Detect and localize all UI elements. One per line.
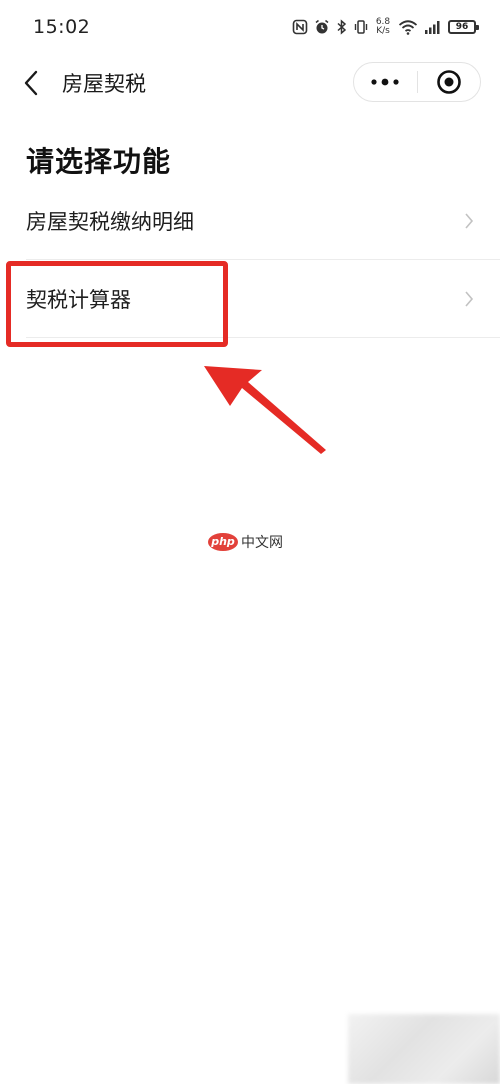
- close-circle-icon: [436, 70, 461, 94]
- menu-item-tax-calculator[interactable]: 契税计算器: [26, 260, 500, 338]
- menu-item-label: 房屋契税缴纳明细: [26, 210, 194, 234]
- battery-icon: 96: [448, 20, 479, 34]
- corner-blur: [348, 1014, 500, 1084]
- signal-icon: [425, 21, 440, 34]
- chevron-right-icon: [465, 213, 474, 229]
- close-button[interactable]: [418, 63, 481, 101]
- section-title: 请选择功能: [26, 145, 172, 178]
- menu-item-payment-details[interactable]: 房屋契税缴纳明细: [26, 182, 500, 260]
- status-icons: 6.8 K/s 96: [292, 14, 479, 40]
- vibrate-icon: [354, 20, 368, 34]
- net-speed-unit: K/s: [376, 26, 390, 36]
- more-button[interactable]: [354, 63, 417, 101]
- nav-bar: 房屋契税: [0, 56, 500, 108]
- bluetooth-icon: [337, 19, 347, 35]
- page-title: 房屋契税: [62, 72, 146, 96]
- nfc-icon: [292, 19, 308, 35]
- chevron-right-icon: [465, 291, 474, 307]
- back-button[interactable]: [14, 66, 48, 100]
- alarm-icon: [315, 19, 329, 34]
- menu-item-label: 契税计算器: [26, 288, 131, 312]
- watermark-logo: php: [208, 533, 238, 551]
- more-dots-icon: [371, 78, 399, 86]
- net-speed: 6.8 K/s: [374, 18, 392, 36]
- watermark-text: 中文网: [241, 535, 283, 551]
- mini-program-capsule: [353, 62, 481, 102]
- wifi-icon: [398, 20, 418, 35]
- watermark: php 中文网: [208, 532, 283, 552]
- function-list: 房屋契税缴纳明细 契税计算器: [0, 182, 500, 338]
- status-time: 15:02: [33, 16, 91, 38]
- status-bar: 15:02 6.8 K/s 96: [0, 0, 500, 56]
- pointer-arrow-icon: [204, 366, 326, 454]
- back-arrow-icon: [24, 70, 38, 96]
